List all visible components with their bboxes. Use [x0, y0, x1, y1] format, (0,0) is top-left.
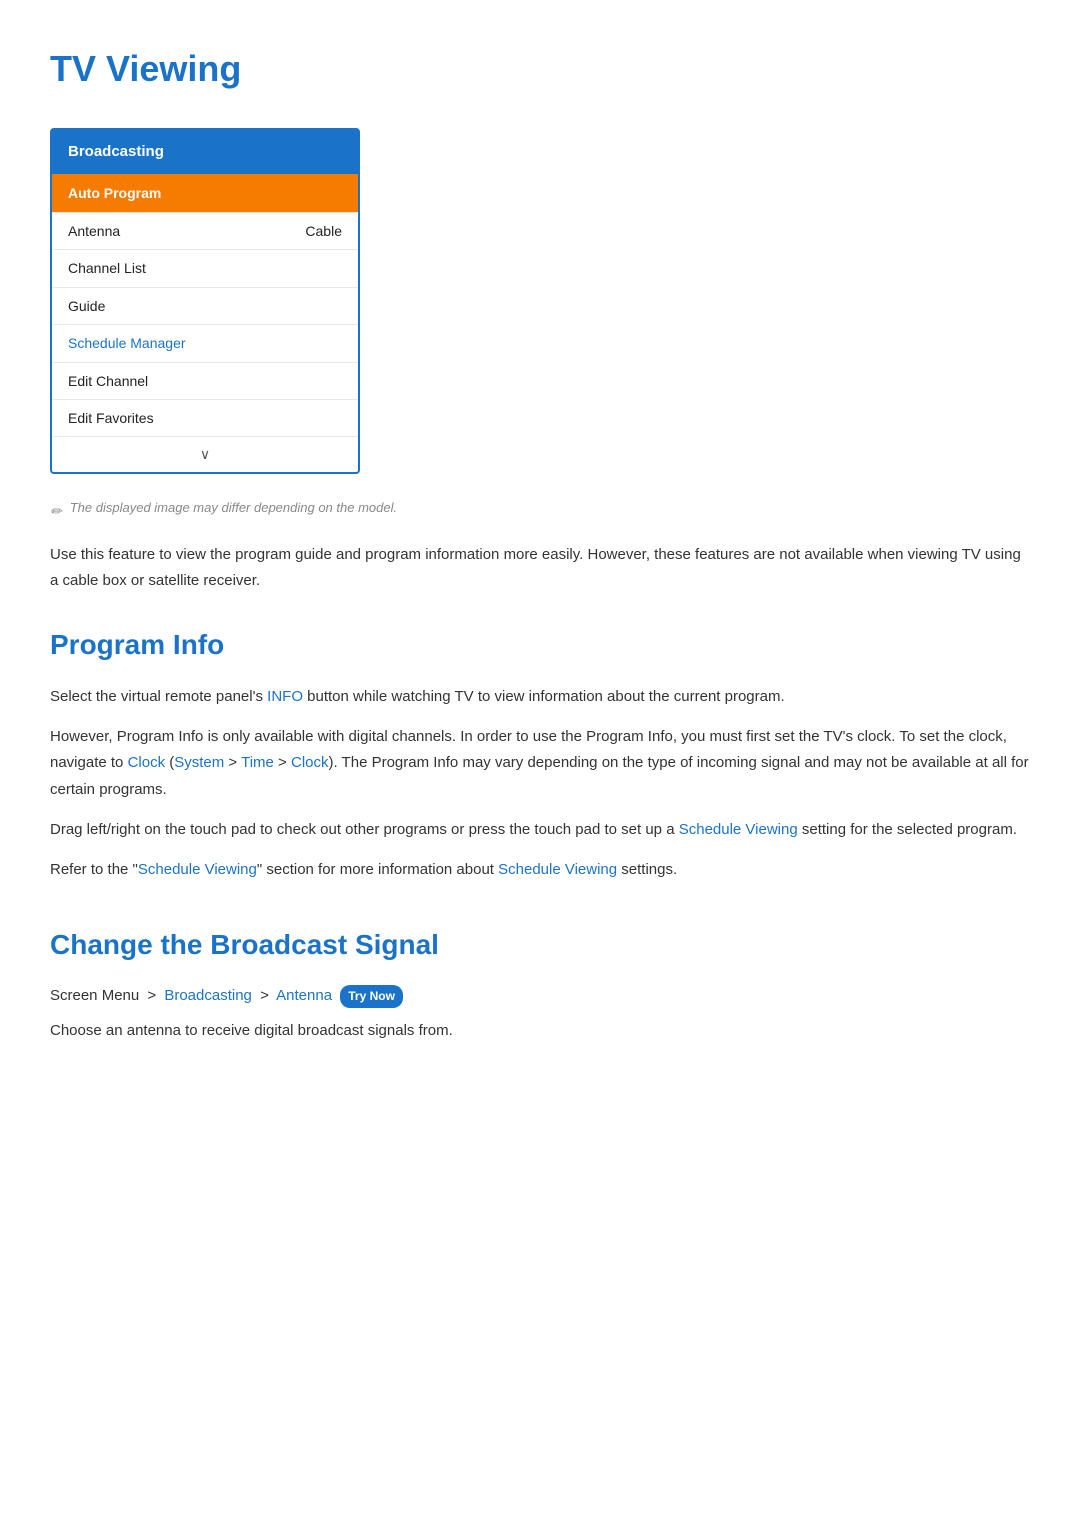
menu-item-edit-favorites[interactable]: Edit Favorites [52, 399, 358, 436]
breadcrumb-arrow-1: > [147, 987, 156, 1004]
section-program-info-title: Program Info [50, 623, 1030, 668]
menu-item-edit-channel[interactable]: Edit Channel [52, 362, 358, 399]
program-info-para-2: However, Program Info is only available … [50, 724, 1030, 803]
program-info-para-4: Refer to the "Schedule Viewing" section … [50, 857, 1030, 883]
breadcrumb-arrow-2: > [260, 987, 269, 1004]
clock-link[interactable]: Clock [128, 754, 166, 771]
disclaimer-row: ✏ The displayed image may differ dependi… [50, 498, 1030, 522]
time-link[interactable]: Time [241, 754, 274, 771]
program-info-para-1: Select the virtual remote panel's INFO b… [50, 684, 1030, 710]
breadcrumb-antenna-link[interactable]: Antenna [276, 987, 332, 1004]
breadcrumb-line: Screen Menu > Broadcasting > Antenna Try… [50, 984, 1030, 1008]
menu-item-guide[interactable]: Guide [52, 287, 358, 324]
pencil-icon: ✏ [50, 500, 62, 522]
breadcrumb-screen-menu: Screen Menu [50, 987, 139, 1004]
try-now-badge[interactable]: Try Now [340, 985, 403, 1008]
schedule-viewing-link-2[interactable]: Schedule Viewing [138, 861, 257, 878]
menu-item-schedule-manager-label: Schedule Manager [68, 332, 186, 354]
section-broadcast-signal-title: Change the Broadcast Signal [50, 923, 1030, 968]
breadcrumb-broadcasting-link[interactable]: Broadcasting [164, 987, 252, 1004]
menu-header: Broadcasting [52, 130, 358, 174]
clock2-link[interactable]: Clock [291, 754, 329, 771]
page-title: TV Viewing [50, 40, 1030, 98]
menu-item-auto-program[interactable]: Auto Program [52, 174, 358, 212]
intro-text: Use this feature to view the program gui… [50, 542, 1030, 593]
menu-item-edit-favorites-label: Edit Favorites [68, 407, 154, 429]
schedule-viewing-link-1[interactable]: Schedule Viewing [679, 821, 798, 838]
section-broadcast-signal: Change the Broadcast Signal Screen Menu … [50, 923, 1030, 1044]
menu-item-channel-list-label: Channel List [68, 257, 146, 279]
section-program-info: Program Info Select the virtual remote p… [50, 623, 1030, 883]
menu-item-antenna-label: Antenna [68, 220, 120, 242]
system-link[interactable]: System [174, 754, 224, 771]
menu-item-guide-label: Guide [68, 295, 105, 317]
disclaimer-text: The displayed image may differ depending… [70, 498, 397, 519]
menu-item-antenna-value: Cable [305, 220, 342, 242]
broadcasting-menu-panel: Broadcasting Auto Program Antenna Cable … [50, 128, 360, 474]
menu-item-edit-channel-label: Edit Channel [68, 370, 148, 392]
schedule-viewing-link-3[interactable]: Schedule Viewing [498, 861, 617, 878]
info-link[interactable]: INFO [267, 688, 303, 705]
menu-chevron-icon: ∨ [52, 436, 358, 471]
menu-item-channel-list[interactable]: Channel List [52, 249, 358, 286]
menu-item-antenna[interactable]: Antenna Cable [52, 212, 358, 249]
program-info-para-3: Drag left/right on the touch pad to chec… [50, 817, 1030, 843]
menu-item-schedule-manager[interactable]: Schedule Manager [52, 324, 358, 361]
broadcast-signal-para: Choose an antenna to receive digital bro… [50, 1018, 1030, 1044]
